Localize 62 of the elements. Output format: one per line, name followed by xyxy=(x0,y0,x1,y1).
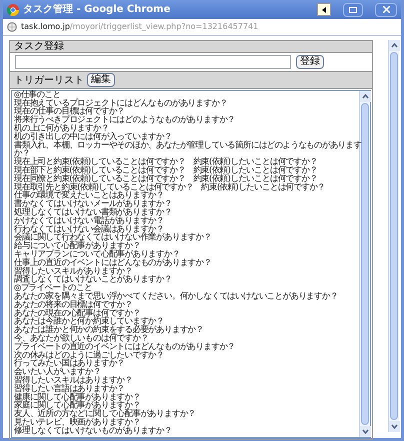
list-line: 修理しなくてはいけないものがありますか？ xyxy=(14,427,172,436)
scroll-up-icon[interactable] xyxy=(389,40,400,51)
window-title: タスク管理 - Google Chrome xyxy=(23,2,172,17)
edit-button[interactable]: 編集 xyxy=(87,73,115,87)
list-line: 行ってみたい国はありますか？ xyxy=(14,360,125,368)
list-line: 友人、近所の方などに関して心配事がありますか？ xyxy=(14,410,196,419)
list-line: あなたの現在の心配事は何ですか？ xyxy=(14,309,140,318)
close-button[interactable] xyxy=(375,2,397,16)
list-line: 机の引き出しの中には何が入っていますか？ xyxy=(14,133,172,142)
left-arrow-icon xyxy=(322,6,326,12)
section-header: タスク登録 xyxy=(10,41,372,53)
list-line: 処理しなくてはいけない書類がありますか？ xyxy=(14,208,172,217)
list-line: 机の上に何がありますか？ xyxy=(14,124,109,133)
list-line: 書かなくてはいけないメールがありますか？ xyxy=(14,200,172,209)
address-bar[interactable]: task.lomo.jp/moyori/triggerlist_view.php?no=13216457741 xyxy=(3,19,401,36)
scroll-thumb[interactable] xyxy=(390,52,398,420)
task-input-field[interactable] xyxy=(15,55,291,69)
list-line: 現在上司と約束(依頼)していることは何ですか？ 約束(依頼)したいことは何ですか？ xyxy=(14,158,318,167)
list-line: 習得したい言語はありますか？ xyxy=(14,385,125,394)
list-line: 会いたい人がいますか？ xyxy=(14,368,101,377)
globe-icon xyxy=(7,22,17,32)
register-button[interactable]: 登録 xyxy=(296,55,324,69)
list-line: 会議に関して行わなくてはいけない作業がありますか？ xyxy=(14,234,212,242)
list-line: 習得したいスキルがありますか？ xyxy=(14,267,132,276)
list-line: 現在部下と約束(依頼)していることは何ですか？ 約束(依頼)したいことは何ですか？ xyxy=(14,166,318,175)
list-line: 将来行うべきプロジェクトにはどのようなものがありますか？ xyxy=(14,116,236,125)
url-text: task.lomo.jp/moyori/triggerlist_view.php?no=13216457741 xyxy=(21,21,258,33)
list-line: 仕事の環境で変えたいことはありますか？ xyxy=(14,192,164,200)
list-line: 現在の仕事の目標は何ですか？ xyxy=(14,108,125,116)
list-line: か？ xyxy=(14,150,30,158)
scroll-up-icon[interactable] xyxy=(360,91,371,102)
list-line: 仕事上の直近のイベントにはどんなものがありますか？ xyxy=(14,259,212,268)
list-line: 書類入れ、本棚、ロッカーやそのほか、あなたが管理している箇所にはどのようなものがあります xyxy=(14,141,362,150)
list-line: 現在取引先と約束(依頼)していることは何ですか？ 約束(依頼)したいことは何ですか？ xyxy=(14,183,326,192)
list-line: 現在抱えているプロジェクトにはどんなものがありますか？ xyxy=(14,99,228,108)
list-line: 今、あなたが欲しいものは何ですか？ xyxy=(14,334,148,343)
scrollbar[interactable] xyxy=(388,40,399,432)
list-line: キャリアプランについて心配事がありますか？ xyxy=(14,250,180,259)
list-line: あなたの家を隅々まで思い浮かべてください。何かしなくてはいけないことがありますか？ xyxy=(14,292,338,301)
scroll-down-icon[interactable] xyxy=(389,421,400,432)
list-line: あなたの将来の目標は何ですか？ xyxy=(14,301,132,310)
list-line: ◎仕事のこと xyxy=(14,91,60,100)
restore-icon xyxy=(349,6,357,12)
close-icon xyxy=(382,6,390,13)
list-line: あなたは今誰かと何か約束していますか？ xyxy=(14,318,164,326)
list-line: 見たいテレビ、映画がありますか？ xyxy=(14,418,140,427)
trigger-list-label: トリガーリスト xyxy=(14,74,84,86)
list-line: 調査しなくてはいけないことがありますか？ xyxy=(14,276,172,284)
browser-logo-icon xyxy=(7,4,19,16)
list-line: かけなくてはいけない電話がありますか？ xyxy=(14,217,164,226)
list-line: あなたは誰かと何かの約束をする必要がありますか？ xyxy=(14,326,204,335)
scroll-down-icon[interactable] xyxy=(360,426,371,437)
trigger-list-field[interactable] xyxy=(11,90,371,438)
scroll-thumb[interactable] xyxy=(361,103,369,425)
list-line: プライベートの直近のイベントにはどんなものがありますか？ xyxy=(14,343,236,352)
list-line: 現在同僚と約束(依頼)していることは何ですか？ 約束(依頼)したいことは何ですか？ xyxy=(14,175,318,184)
list-line: 行わなくてはいけない会議はありますか？ xyxy=(14,225,164,234)
list-line: 次の休みはどのように過ごしたいですか？ xyxy=(14,351,164,360)
restore-button[interactable] xyxy=(343,2,363,16)
list-line: 健康に関して心配事がありますか？ xyxy=(14,393,140,402)
list-line: 習得したいスキルはありますか？ xyxy=(14,376,132,385)
list-line: 家庭に関して心配事がありますか？ xyxy=(14,402,140,410)
